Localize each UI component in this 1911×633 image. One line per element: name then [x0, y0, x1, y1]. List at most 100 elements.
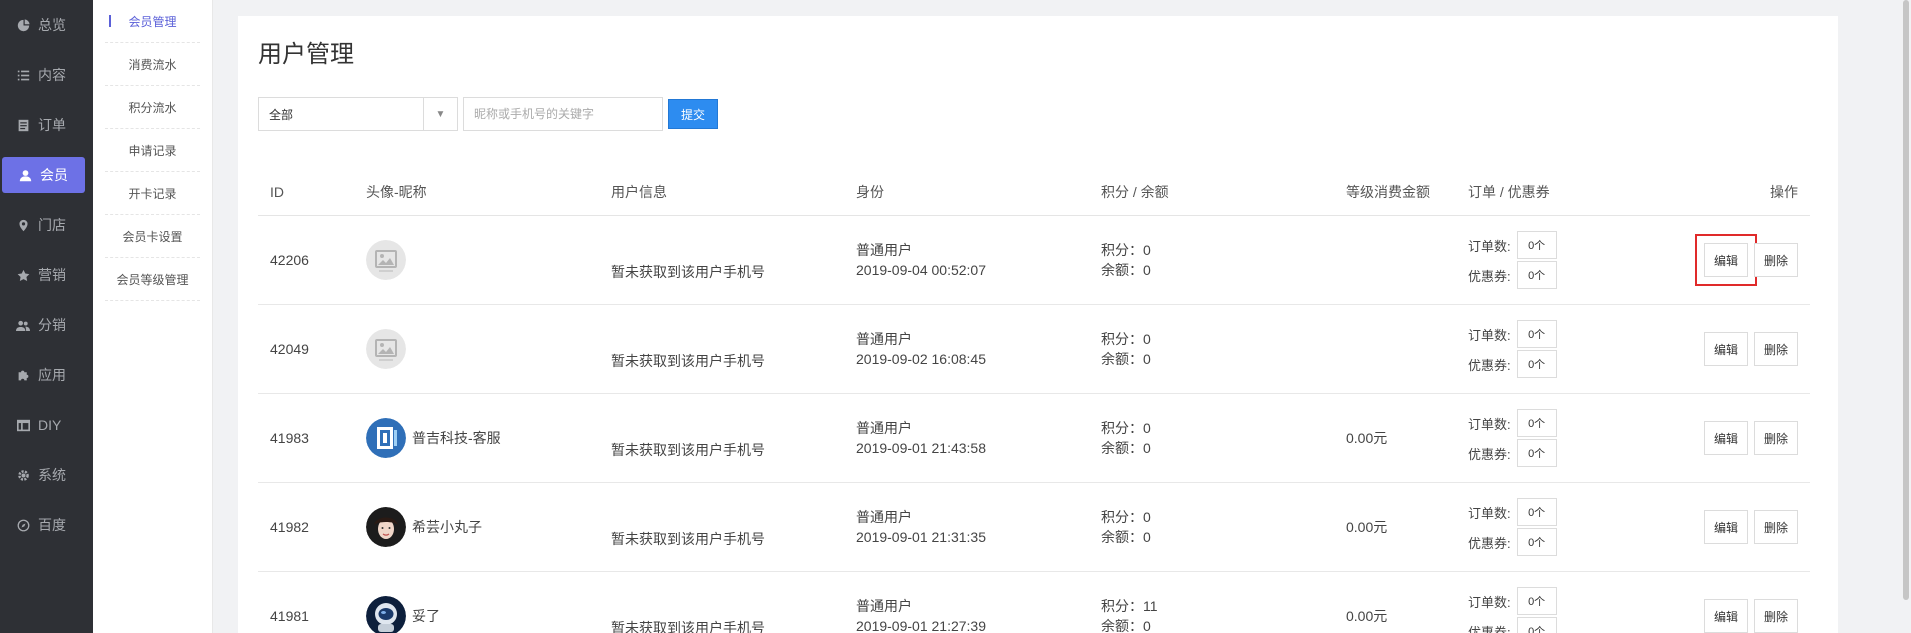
coupons-count[interactable]: 0个: [1516, 439, 1557, 467]
points-label: 积分：: [1101, 509, 1143, 525]
edit-button[interactable]: 编辑: [1694, 234, 1757, 286]
scrollbar-thumb[interactable]: [1903, 0, 1909, 600]
nav-item-label: 会员: [40, 167, 68, 183]
edit-button[interactable]: 编辑: [1703, 510, 1748, 544]
cell-orders: 订单数: 0个 优惠券: 0个: [1468, 497, 1688, 557]
coupons-count[interactable]: 0个: [1516, 617, 1557, 633]
filter-bar: 全部 ▼ 提交: [258, 97, 718, 131]
nav-item-label: 门店: [38, 217, 66, 233]
orders-count[interactable]: 0个: [1516, 498, 1557, 526]
nav-item-7[interactable]: 应用: [0, 350, 93, 400]
role-text: 普通用户: [856, 242, 912, 258]
coupons-count[interactable]: 0个: [1516, 528, 1557, 556]
subnav-item-0[interactable]: 会员管理: [105, 0, 200, 43]
status-select[interactable]: 全部 ▼: [258, 97, 458, 131]
secondary-sidebar: 会员管理 消费流水 积分流水 申请记录 开卡记录 会员卡设置 会员等级管理: [93, 0, 213, 633]
nav-item-2[interactable]: 订单: [0, 100, 93, 150]
table-row: 41981 妥了 暂未获取到该用户手机号 普通用户 2019-09-01 21:27:3…: [258, 572, 1810, 633]
nav-item-4[interactable]: 门店: [0, 200, 93, 250]
delete-button[interactable]: 删除: [1753, 510, 1798, 544]
table-body: 42206 暂未获取到该用户手机号 普通用户 2019-09-04 00:52:07 积…: [258, 216, 1810, 633]
header-role: 身份: [856, 183, 884, 200]
orders-count[interactable]: 0个: [1516, 231, 1557, 259]
nav-item-5[interactable]: 营销: [0, 250, 93, 300]
balance-value: 0: [1143, 440, 1151, 456]
cell-points: 积分：0 余额：0: [1101, 507, 1346, 547]
coupons-label: 优惠券:: [1468, 268, 1511, 284]
points-value: 0: [1143, 242, 1151, 258]
cell-id: 42049: [270, 341, 309, 357]
points-label: 积分：: [1101, 242, 1143, 258]
edit-button[interactable]: 编辑: [1703, 332, 1748, 366]
cell-level-amount: 0.00元: [1346, 430, 1388, 446]
role-text: 普通用户: [856, 509, 912, 525]
table-row: 41983 普吉科技-客服 暂未获取到该用户手机号 普通用户 2019-09-01 21…: [258, 394, 1810, 483]
orders-count[interactable]: 0个: [1516, 320, 1557, 348]
subnav-item-5[interactable]: 会员卡设置: [105, 215, 200, 258]
edit-button[interactable]: 编辑: [1703, 599, 1748, 633]
coupons-label: 优惠券:: [1468, 624, 1511, 633]
nav-item-6[interactable]: 分销: [0, 300, 93, 350]
cell-ops: 编辑 删除: [1688, 510, 1810, 544]
balance-label: 余额：: [1101, 618, 1143, 633]
nav-item-8[interactable]: DIY: [0, 400, 93, 450]
cell-avatar: 普吉科技-客服: [366, 418, 611, 458]
chevron-down-icon[interactable]: ▼: [423, 98, 457, 130]
header-orders: 订单 / 优惠券: [1468, 183, 1550, 200]
delete-button[interactable]: 删除: [1753, 332, 1798, 366]
delete-button[interactable]: 删除: [1753, 421, 1798, 455]
nav-item-label: 系统: [38, 467, 66, 483]
cell-avatar: [366, 329, 611, 369]
subnav-item-4[interactable]: 开卡记录: [105, 172, 200, 215]
points-value: 11: [1143, 598, 1158, 614]
balance-label: 余额：: [1101, 440, 1143, 456]
subnav-item-3[interactable]: 申请记录: [105, 129, 200, 172]
delete-button[interactable]: 删除: [1753, 599, 1798, 633]
table-row: 42206 暂未获取到该用户手机号 普通用户 2019-09-04 00:52:07 积…: [258, 216, 1810, 305]
astronaut-avatar: [366, 596, 406, 633]
coupons-count[interactable]: 0个: [1516, 261, 1557, 289]
cell-id: 41982: [270, 519, 309, 535]
nav-item-10[interactable]: 百度: [0, 500, 93, 550]
cell-role: 普通用户 2019-09-01 21:31:35: [856, 507, 1101, 547]
delete-button[interactable]: 删除: [1753, 243, 1798, 277]
cell-role: 普通用户 2019-09-01 21:27:39: [856, 596, 1101, 633]
subnav-item-1[interactable]: 消费流水: [105, 43, 200, 86]
nav-item-9[interactable]: 系统: [0, 450, 93, 500]
star-icon: [16, 268, 30, 282]
coupons-count[interactable]: 0个: [1516, 350, 1557, 378]
balance-value: 0: [1143, 262, 1151, 278]
scrollbar[interactable]: [1901, 0, 1911, 633]
points-value: 0: [1143, 331, 1151, 347]
cell-info: 暂未获取到该用户手机号: [611, 531, 765, 547]
subnav-item-6[interactable]: 会员等级管理: [105, 258, 200, 301]
main-panel: 用户管理 全部 ▼ 提交 ID 头像-昵称 用户信息 身份 积分 / 余额 等级…: [238, 16, 1838, 633]
nav-item-3[interactable]: 会员: [2, 157, 85, 193]
cell-ops: 编辑 删除: [1688, 599, 1810, 633]
orders-label: 订单数:: [1468, 416, 1511, 432]
role-text: 普通用户: [856, 598, 912, 614]
points-label: 积分：: [1101, 598, 1143, 614]
orders-count[interactable]: 0个: [1516, 409, 1557, 437]
puzzle-icon: [16, 368, 30, 382]
header-info: 用户信息: [611, 183, 667, 200]
nav-item-label: 内容: [38, 67, 66, 83]
header-avatar: 头像-昵称: [366, 183, 427, 200]
orders-count[interactable]: 0个: [1516, 587, 1557, 615]
cell-ops: 编辑 删除: [1688, 421, 1810, 455]
orders-label: 订单数:: [1468, 327, 1511, 343]
orders-label: 订单数:: [1468, 594, 1511, 610]
nav-item-label: 百度: [38, 517, 66, 533]
table-row: 42049 暂未获取到该用户手机号 普通用户 2019-09-02 16:08:45 积…: [258, 305, 1810, 394]
nav-item-1[interactable]: 内容: [0, 50, 93, 100]
nav-item-0[interactable]: 总览: [0, 0, 93, 50]
orders-label: 订单数:: [1468, 238, 1511, 254]
cell-id: 41981: [270, 608, 309, 624]
join-time: 2019-09-02 16:08:45: [856, 351, 986, 367]
edit-button[interactable]: 编辑: [1703, 421, 1748, 455]
nav-item-label: 总览: [38, 17, 66, 33]
nav-item-label: 订单: [38, 117, 66, 133]
subnav-item-2[interactable]: 积分流水: [105, 86, 200, 129]
submit-button[interactable]: 提交: [668, 99, 718, 129]
search-input[interactable]: [463, 97, 663, 131]
